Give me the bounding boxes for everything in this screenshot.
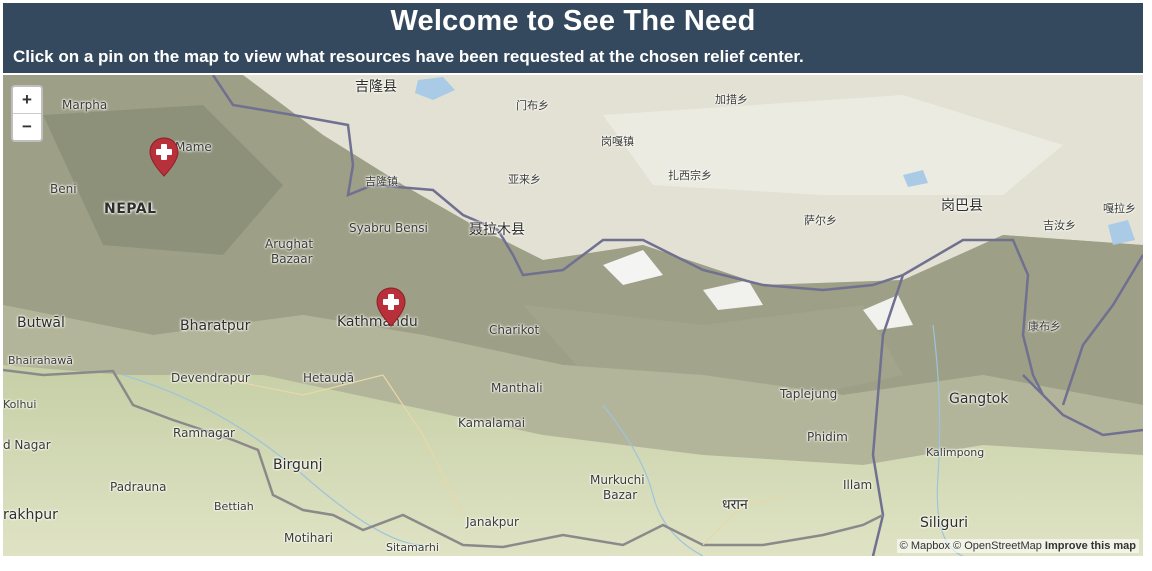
map-label: 亚来乡 <box>508 173 541 186</box>
map-label: d Nagar <box>3 438 51 452</box>
map-label: 岗巴县 <box>941 198 983 214</box>
map-label: Ramnagar <box>173 426 235 440</box>
map-label: 吉隆镇 <box>365 175 398 188</box>
zoom-out-button[interactable]: − <box>13 113 41 140</box>
map-label: Bazaar <box>271 252 313 266</box>
map-label: Manthali <box>491 381 543 395</box>
map-label: Bharatpur <box>180 318 251 334</box>
map-label: Birgunj <box>273 457 323 473</box>
map-label: Illam <box>843 478 873 492</box>
map-label: 聂拉木县 <box>469 222 525 238</box>
map-label: Mame <box>175 140 212 154</box>
map-marker-icon <box>149 137 179 177</box>
page-header: Welcome to See The Need Click on a pin o… <box>3 3 1143 73</box>
map-label: 吉隆县 <box>355 79 397 95</box>
page-title: Welcome to See The Need <box>390 5 756 37</box>
map-label: Siliguri <box>920 515 968 531</box>
map-label: Bazar <box>603 488 638 502</box>
map-label: 康布乡 <box>1028 320 1061 333</box>
map-label: 加措乡 <box>715 93 748 106</box>
map-label: Bhairahawā <box>8 354 74 367</box>
map-label: Sitamarhi <box>386 541 439 554</box>
map-label: 扎西宗乡 <box>668 169 712 182</box>
improve-map-link[interactable]: Improve this map <box>1045 540 1136 552</box>
map-view[interactable]: + − 吉隆县 门布乡 加措乡 Marpha 岗嘎镇 Mame 吉隆镇 亚来乡 … <box>3 75 1143 556</box>
relief-center-pin[interactable] <box>376 287 406 327</box>
map-label: 嘎拉乡 <box>1103 202 1136 215</box>
map-label: 萨尔乡 <box>804 214 837 227</box>
map-label: Gangtok <box>949 391 1009 407</box>
map-label: 门布乡 <box>516 99 549 112</box>
mapbox-attribution-link[interactable]: © Mapbox <box>900 540 950 552</box>
map-label: Charikot <box>489 323 540 337</box>
map-label: Hetauḍā <box>303 371 355 385</box>
relief-center-pin[interactable] <box>149 137 179 177</box>
map-label: Beni <box>50 182 77 196</box>
map-label: Marpha <box>62 98 108 112</box>
map-label: Taplejung <box>780 387 838 401</box>
map-label: Syabru Bensi <box>349 221 428 235</box>
map-label: Butwāl <box>17 315 65 331</box>
map-label: rakhpur <box>3 507 58 523</box>
map-label: 岗嘎镇 <box>601 135 634 148</box>
page-subtitle: Click on a pin on the map to view what r… <box>13 47 804 66</box>
map-label: Motihari <box>284 531 333 545</box>
map-label: Devendrapur <box>171 371 250 385</box>
map-attribution: © Mapbox © OpenStreetMap Improve this ma… <box>896 539 1139 553</box>
map-label: NEPAL <box>104 201 157 217</box>
map-label: Arughat <box>265 237 314 251</box>
zoom-control: + − <box>11 85 43 142</box>
map-marker-icon <box>376 287 406 327</box>
map-label: Kalimpong <box>926 446 985 459</box>
map-label: Phidim <box>807 430 848 444</box>
map-label: 吉汝乡 <box>1043 219 1076 232</box>
osm-attribution-link[interactable]: © OpenStreetMap <box>953 540 1042 552</box>
zoom-in-button[interactable]: + <box>13 87 41 113</box>
map-label: Bettiah <box>214 500 254 513</box>
map-label: Kamalamai <box>458 416 526 430</box>
map-label: Padrauna <box>110 480 167 494</box>
map-label: धरान <box>722 497 748 513</box>
map-label: Murkuchi <box>590 473 645 487</box>
map-label: Kolhui <box>3 398 37 411</box>
map-label: Janakpur <box>466 515 519 529</box>
